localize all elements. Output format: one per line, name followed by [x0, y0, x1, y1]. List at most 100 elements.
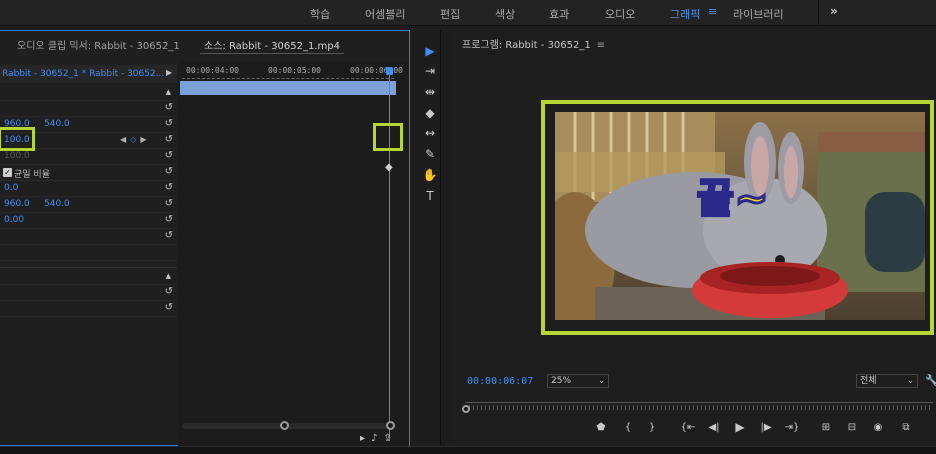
keyframe-navigator[interactable]: ◀◇▶	[120, 135, 150, 144]
zoom-select[interactable]: 25% ⌄	[547, 374, 609, 388]
anti-flicker-value[interactable]: 0.00	[4, 215, 24, 225]
playback-resolution-select[interactable]: 전체 ⌄	[856, 374, 918, 388]
reset-icon[interactable]: ↺	[165, 150, 173, 161]
panel-divider	[440, 30, 441, 446]
export-frame-icon[interactable]: ◉	[869, 422, 887, 433]
scale-highlight-box	[0, 127, 35, 151]
crop-row: ↺	[0, 229, 177, 245]
collapse-up-icon[interactable]: ▲	[166, 88, 171, 96]
anchor-x-value[interactable]: 960.0	[4, 199, 30, 209]
overwrite-icon[interactable]: ⊟	[843, 422, 861, 433]
export-icon[interactable]: ⇪	[383, 433, 397, 444]
pen-tool-icon[interactable]: ✎	[420, 147, 440, 165]
clip-path-label: Rabbit - 30652_1 * Rabbit - 30652...	[0, 65, 177, 83]
go-to-in-icon[interactable]: {⇤	[679, 422, 697, 433]
effect-timeline: 00:00:04:00 00:00:05:00 00:00:06:00 ◆ ▸♪…	[178, 61, 409, 447]
reset-icon[interactable]: ↺	[165, 182, 173, 193]
caption-text[interactable]: 끝~	[695, 166, 769, 224]
workspace-effects[interactable]: 효과	[549, 6, 569, 22]
mark-in-icon[interactable]: {	[619, 422, 637, 433]
zoom-value: 25%	[551, 376, 572, 386]
collapse-up-icon[interactable]: ▲	[166, 272, 171, 280]
uniform-scale-label: 균일 비율	[14, 170, 50, 180]
razor-tool-icon[interactable]: ◆	[420, 106, 440, 124]
timecode-label: 00:00:05:00	[268, 66, 321, 75]
reset-icon[interactable]: ↺	[165, 286, 173, 297]
reset-icon[interactable]: ↺	[165, 134, 173, 145]
workspace-libraries[interactable]: 라이브러리	[733, 6, 784, 22]
tab-source[interactable]: 소스: Rabbit - 30652_1.mp4	[200, 37, 344, 54]
tab-audio-clip-mixer[interactable]: 오디오 클립 믹서: Rabbit - 30652_1	[17, 37, 180, 52]
playhead-timecode[interactable]: 00:00:06:07	[467, 376, 533, 387]
timeline-footer-icons: ▸♪⇪	[360, 433, 398, 444]
slip-tool-icon[interactable]: ↔	[420, 126, 440, 144]
reset-icon[interactable]: ↺	[165, 230, 173, 241]
workspace-color[interactable]: 색상	[495, 6, 515, 22]
mark-out-icon[interactable]: }	[643, 422, 661, 433]
track-select-tool-icon[interactable]: ⇥	[420, 64, 440, 82]
ripple-edit-tool-icon[interactable]: ⇹	[420, 85, 440, 103]
anchor-y-value[interactable]: 540.0	[44, 199, 70, 209]
video-frame[interactable]: 끝~	[555, 112, 925, 320]
insert-icon[interactable]: ⊞	[817, 422, 835, 433]
workspace-menu-icon[interactable]: ≡	[708, 5, 717, 18]
hand-tool-icon[interactable]: ✋	[420, 168, 440, 186]
timeline-ruler[interactable]: 00:00:04:00 00:00:05:00 00:00:06:00	[178, 63, 409, 79]
scrub-handle[interactable]	[462, 405, 470, 413]
reset-icon[interactable]: ↺	[165, 302, 173, 313]
workspace-graphics[interactable]: 그래픽	[670, 6, 700, 22]
add-marker-icon[interactable]: ⬟	[592, 422, 610, 433]
reset-icon[interactable]: ↺	[165, 102, 173, 113]
resolution-value: 전체	[860, 376, 877, 386]
workspace-learning[interactable]: 학습	[310, 6, 330, 22]
timecode-label: 00:00:04:00	[186, 66, 239, 75]
scrub-ticks	[465, 405, 933, 410]
add-keyframe-icon[interactable]: ◇	[130, 135, 140, 144]
anti-flicker-row: 0.00 ↺	[0, 213, 177, 229]
chevron-down-icon: ⌄	[907, 376, 914, 385]
keyframe-diamond-icon[interactable]: ◆	[385, 162, 393, 173]
chevron-down-icon: ⌄	[598, 376, 605, 385]
opacity-row: ↺	[0, 285, 177, 301]
program-title: 프로그램: Rabbit - 30652_1 ≡	[462, 36, 605, 51]
effect-controls-panel: 오디오 클립 믹서: Rabbit - 30652_1 소스: Rabbit -…	[0, 30, 410, 447]
expand-arrow-icon[interactable]: ▶	[166, 68, 172, 77]
bottom-bar	[0, 446, 936, 454]
anchor-row: 960.0 540.0 ↺	[0, 197, 177, 213]
workspace-editing[interactable]: 편집	[440, 6, 460, 22]
scrub-bar[interactable]	[465, 402, 933, 410]
scroll-handle-left[interactable]	[280, 421, 289, 430]
blend-row: ↺	[0, 301, 177, 317]
program-title-text: 프로그램: Rabbit - 30652_1	[462, 40, 591, 51]
workspace-assembly[interactable]: 어셈블리	[365, 6, 405, 22]
opacity-reset-row: ↺	[0, 101, 177, 117]
ruler-ticks	[182, 76, 394, 79]
motion-header-row: ▲	[0, 85, 177, 101]
uniform-scale-checkbox[interactable]: ✓	[3, 168, 12, 177]
go-to-out-icon[interactable]: ⇥}	[783, 422, 801, 433]
reset-icon[interactable]: ↺	[165, 118, 173, 129]
workspace-audio[interactable]: 오디오	[605, 6, 635, 22]
more-workspaces-icon[interactable]: »	[830, 4, 838, 18]
rotation-value[interactable]: 0.0	[4, 183, 18, 193]
audio-only-icon[interactable]: ▸♪	[360, 433, 383, 444]
reset-icon[interactable]: ↺	[165, 198, 173, 209]
scroll-handle-right[interactable]	[386, 421, 395, 430]
step-back-icon[interactable]: ◀|	[705, 422, 723, 433]
program-menu-icon[interactable]: ≡	[597, 40, 605, 51]
premiere-window: 학습 어셈블리 편집 색상 효과 오디오 그래픽 ≡ 라이브러리 » 오디오 클…	[0, 0, 936, 454]
effect-properties: Rabbit - 30652_1 * Rabbit - 30652... ▶ ▲…	[0, 61, 177, 447]
clip-bar[interactable]	[180, 81, 396, 95]
reset-icon[interactable]: ↺	[165, 166, 173, 177]
type-tool-icon[interactable]: T	[420, 189, 440, 207]
reset-icon[interactable]: ↺	[165, 214, 173, 225]
play-button-icon[interactable]: ▶	[731, 420, 749, 434]
scale-width-row: 100.0 ↺	[0, 149, 177, 165]
comparison-view-icon[interactable]: ⧉	[897, 422, 915, 433]
settings-wrench-icon[interactable]: 🔧	[925, 374, 936, 387]
opacity-header-row: ▲	[0, 269, 177, 285]
selection-tool-icon[interactable]: ▶	[420, 44, 440, 62]
timecode-label: 00:00:06:00	[350, 66, 403, 75]
step-forward-icon[interactable]: |▶	[757, 422, 775, 433]
position-y-value[interactable]: 540.0	[44, 119, 70, 129]
